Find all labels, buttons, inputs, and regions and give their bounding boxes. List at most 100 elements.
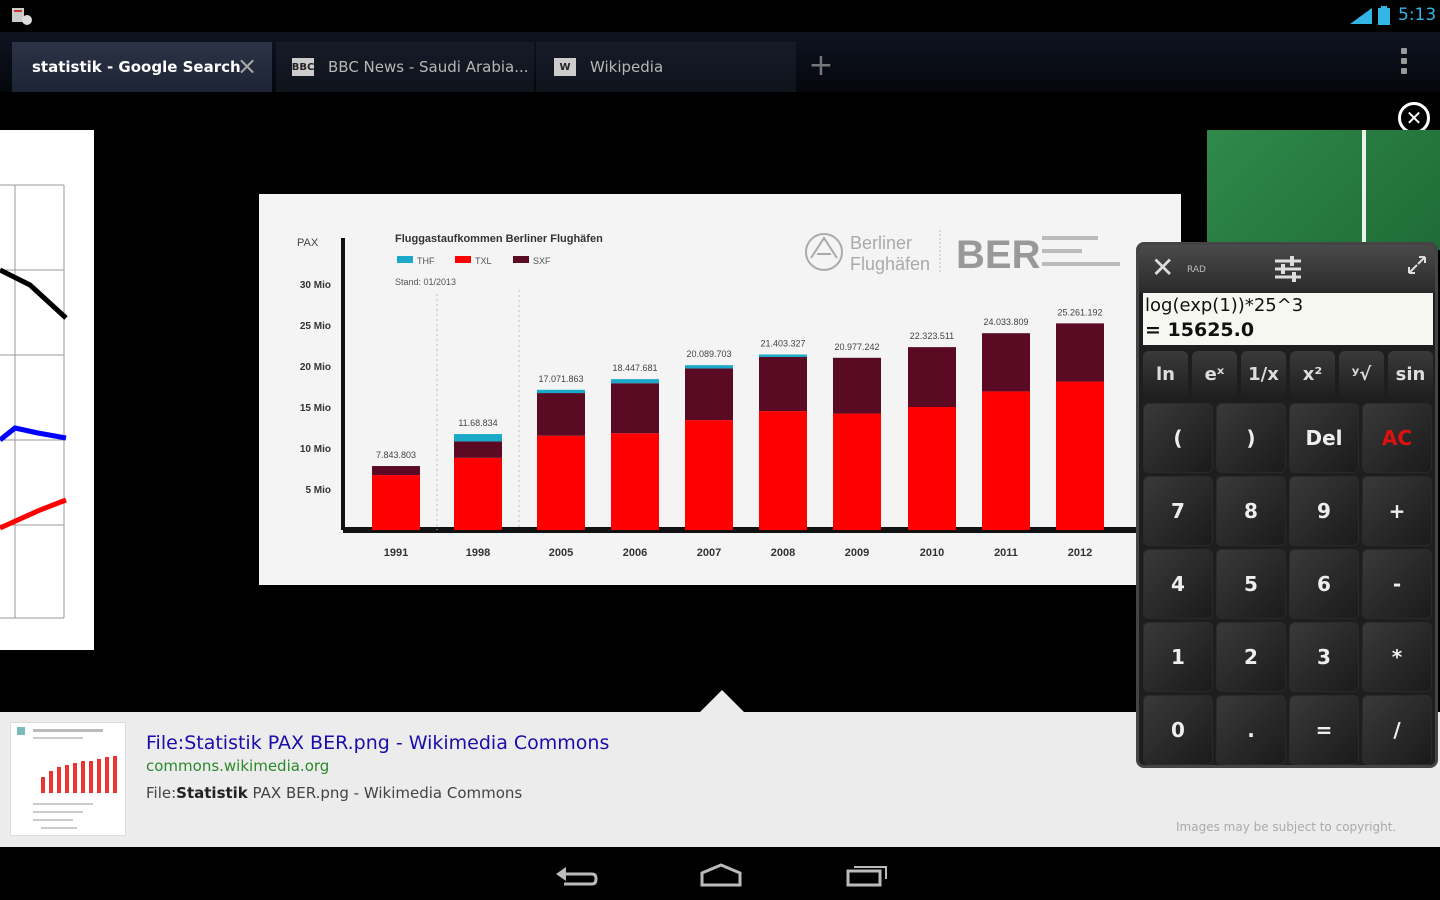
- calc-key[interactable]: /: [1362, 695, 1432, 765]
- new-tab-button[interactable]: +: [805, 46, 837, 86]
- legend-label: SXF: [533, 256, 551, 266]
- tab-bbc-news[interactable]: BBC BBC News - Saudi Arabia...: [276, 42, 534, 92]
- bar-segment-txl: [982, 391, 1030, 530]
- calc-fn-key[interactable]: ln: [1143, 351, 1188, 397]
- result-url[interactable]: commons.wikimedia.org: [146, 757, 329, 775]
- tab-google-search[interactable]: statistik - Google Search ×: [12, 42, 272, 92]
- x-tick-label: 2009: [845, 547, 869, 559]
- legend-swatch: [397, 256, 413, 263]
- calc-key[interactable]: *: [1362, 622, 1432, 692]
- calculator-expression: log(exp(1))*25^3: [1145, 295, 1304, 316]
- bar-segment-sxf: [537, 393, 585, 436]
- calc-key[interactable]: 5: [1216, 549, 1286, 619]
- back-icon[interactable]: [552, 857, 602, 891]
- calc-key[interactable]: +: [1362, 476, 1432, 546]
- bar-total-label: 20.089.703: [686, 349, 731, 359]
- calc-key[interactable]: 8: [1216, 476, 1286, 546]
- legend-swatch: [455, 256, 471, 263]
- y-tick-label: 5 Mio: [305, 485, 331, 496]
- calc-key[interactable]: Del: [1289, 403, 1359, 473]
- browser-tab-bar: statistik - Google Search × BBC BBC News…: [0, 32, 1440, 92]
- calc-key[interactable]: 7: [1143, 476, 1213, 546]
- previous-image[interactable]: [0, 130, 94, 650]
- x-tick-label: 2006: [623, 547, 647, 559]
- chart-title: Fluggastaufkommen Berliner Flughäfen: [395, 233, 603, 245]
- calc-key[interactable]: 2: [1216, 622, 1286, 692]
- y-tick-label: 10 Mio: [300, 444, 331, 455]
- calc-fn-key[interactable]: sin: [1388, 351, 1433, 397]
- calc-key[interactable]: 4: [1143, 549, 1213, 619]
- legend-label: TXL: [475, 256, 492, 266]
- calc-fn-key[interactable]: ʸ√: [1339, 351, 1384, 397]
- bar-segment-txl: [611, 433, 659, 530]
- calculator-result: = 15625.0: [1145, 319, 1255, 341]
- calc-key[interactable]: (: [1143, 403, 1213, 473]
- tab-wikipedia[interactable]: W Wikipedia: [536, 42, 796, 92]
- floating-calculator[interactable]: ✕ RAD log(exp(1))*25^3 = 15625.0 ln eˣ 1/x…: [1136, 242, 1438, 768]
- recent-apps-icon[interactable]: [842, 857, 892, 891]
- bar-segment-thf: [685, 365, 733, 369]
- prev-chart-graphic: [0, 184, 68, 619]
- calc-key[interactable]: AC: [1362, 403, 1432, 473]
- close-tab-icon[interactable]: ×: [236, 54, 258, 78]
- bar-segment-txl: [372, 475, 420, 530]
- system-nav-bar: [0, 847, 1440, 900]
- bar-segment-sxf: [1056, 323, 1104, 382]
- calc-fn-key[interactable]: 1/x: [1241, 351, 1286, 397]
- legend-label: THF: [417, 256, 435, 266]
- tab-label: Wikipedia: [590, 58, 664, 76]
- calc-key[interactable]: 1: [1143, 622, 1213, 692]
- close-calculator-icon[interactable]: ✕: [1151, 253, 1174, 283]
- calculator-keypad: () Del AC 7 8 9 +4 5 6- 1 2 3 * 0. = /: [1143, 403, 1433, 765]
- calc-key[interactable]: 0: [1143, 695, 1213, 765]
- bar-total-label: 25.261.192: [1057, 307, 1102, 317]
- next-image[interactable]: [1207, 130, 1440, 250]
- bar-total-label: 24.033.809: [983, 317, 1028, 327]
- settings-sliders-icon[interactable]: [1273, 255, 1303, 283]
- brand-line-2: Flughäfen: [850, 254, 930, 274]
- x-tick-label: 2010: [920, 547, 944, 559]
- calc-key[interactable]: .: [1216, 695, 1286, 765]
- ber-logo-text: BER: [956, 233, 1041, 277]
- x-tick-label: 1991: [384, 547, 408, 559]
- bbc-favicon-icon: BBC: [292, 58, 314, 76]
- bar-segment-txl: [833, 413, 881, 530]
- chart-image[interactable]: PAX Fluggastaufkommen Berliner Flughäfen…: [259, 194, 1181, 585]
- result-thumbnail[interactable]: [10, 722, 126, 836]
- angle-mode[interactable]: RAD: [1187, 265, 1206, 275]
- home-icon[interactable]: [696, 857, 746, 891]
- calc-fn-key[interactable]: x²: [1290, 351, 1335, 397]
- bar-segment-thf: [759, 354, 807, 357]
- calculator-title-bar[interactable]: ✕ RAD: [1139, 245, 1435, 293]
- app-notification-icon: [12, 8, 32, 25]
- chart-stand: Stand: 01/2013: [395, 277, 456, 287]
- overflow-menu-icon[interactable]: [1394, 46, 1414, 76]
- function-keys: ln eˣ 1/x x² ʸ√ sin: [1143, 351, 1433, 397]
- calc-key[interactable]: ): [1216, 403, 1286, 473]
- x-tick-label: 2005: [549, 547, 573, 559]
- wikipedia-favicon-icon: W: [554, 58, 576, 76]
- calc-key[interactable]: 3: [1289, 622, 1359, 692]
- result-title-link[interactable]: File:Statistik PAX BER.png - Wikimedia C…: [146, 732, 609, 754]
- calc-key[interactable]: 6: [1289, 549, 1359, 619]
- calc-key[interactable]: =: [1289, 695, 1359, 765]
- bar-total-label: 17.071.863: [538, 374, 583, 384]
- battery-icon: [1378, 6, 1390, 25]
- resize-icon[interactable]: [1405, 253, 1429, 277]
- x-tick-label: 2008: [771, 547, 795, 559]
- x-tick-label: 2012: [1068, 547, 1092, 559]
- calc-fn-key[interactable]: eˣ: [1192, 351, 1237, 397]
- bar-segment-sxf: [982, 333, 1030, 392]
- y-tick-label: 30 Mio: [300, 280, 331, 291]
- calc-key[interactable]: -: [1362, 549, 1432, 619]
- bar-segment-sxf: [908, 347, 956, 407]
- bar-total-label: 21.403.327: [760, 339, 805, 349]
- chart-bars: 7.843.803 1991 11.68.834 1998 17.071.863 2005…: [372, 307, 1104, 559]
- bar-segment-txl: [908, 407, 956, 530]
- bar-segment-sxf: [454, 441, 502, 458]
- tab-label: BBC News - Saudi Arabia...: [328, 58, 529, 76]
- bar-segment-txl: [537, 435, 585, 530]
- bar-total-label: 7.843.803: [376, 450, 416, 460]
- bar-total-label: 22.323.511: [910, 331, 954, 341]
- calc-key[interactable]: 9: [1289, 476, 1359, 546]
